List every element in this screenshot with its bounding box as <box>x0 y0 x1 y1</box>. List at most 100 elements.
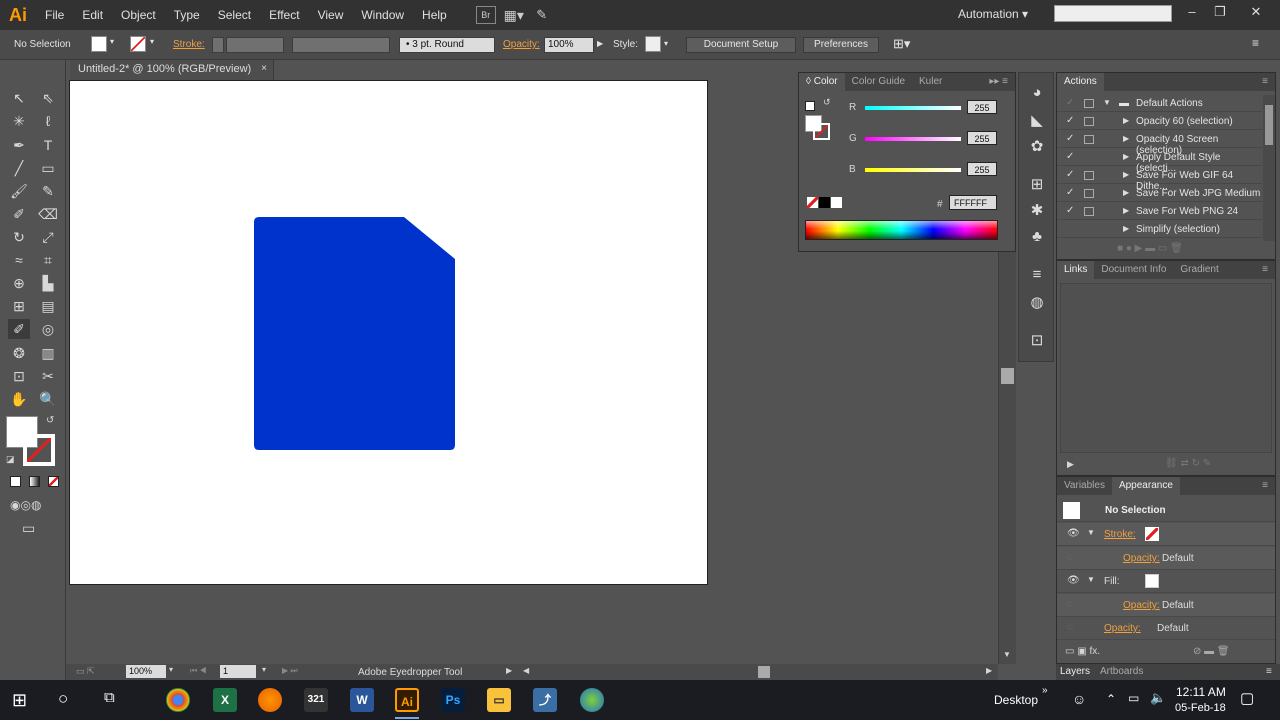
stroke-panel-icon[interactable]: ♣ <box>1027 227 1047 247</box>
style-dropdown-icon[interactable]: ▾ <box>664 39 668 48</box>
object-opacity-label[interactable]: Opacity: <box>1104 623 1141 634</box>
artboard-dropdown-icon[interactable]: ▾ <box>262 665 266 674</box>
close-button[interactable]: ✕ <box>1244 4 1268 22</box>
tab-gradient[interactable]: Gradient <box>1173 261 1225 279</box>
video-editor-app-icon[interactable]: 321 <box>304 688 328 712</box>
menu-file[interactable]: File <box>36 8 73 22</box>
appearance-stroke-label[interactable]: Stroke: <box>1104 529 1136 540</box>
hex-value-field[interactable]: FFFFFF <box>949 195 997 210</box>
lasso-tool-icon[interactable]: ℓ <box>37 111 59 131</box>
appearance-stroke-row[interactable]: 👁 ▼ Stroke: <box>1057 523 1275 546</box>
stroke-label[interactable]: Stroke: <box>173 39 205 50</box>
action-dialog-toggle[interactable] <box>1084 207 1094 216</box>
collapse-arrow-icon[interactable]: ▶ <box>1123 152 1129 161</box>
desktop-toolbar-chevron-icon[interactable]: » <box>1042 685 1048 696</box>
paintbrush-tool-icon[interactable]: 🖌 <box>8 181 30 201</box>
word-app-icon[interactable]: W <box>350 688 374 712</box>
pencil-tool-icon[interactable]: ✎ <box>37 181 59 201</box>
gradient-mode-icon[interactable] <box>29 476 40 487</box>
action-row[interactable]: ✓ ▶ Apply Default Style (selecti... <box>1057 149 1262 174</box>
stroke-none-swatch[interactable] <box>1145 527 1159 541</box>
artboard-prev-icons[interactable]: ⏮ ◀ <box>190 666 207 676</box>
draw-mode-icon[interactable]: ◉◎◍ <box>10 498 41 512</box>
firefox-app-icon[interactable] <box>258 688 282 712</box>
appearance-fill-label[interactable]: Fill: <box>1104 576 1120 587</box>
appearance-fill-row[interactable]: 👁 ▼ Fill: <box>1057 570 1275 593</box>
status-menu-arrow-icon[interactable]: ▶ <box>506 666 512 675</box>
shape-builder-tool-icon[interactable]: ⊕ <box>8 273 30 293</box>
volume-icon[interactable]: 🔈 <box>1150 690 1166 706</box>
blue-document-shape[interactable] <box>254 217 455 450</box>
windows-start-icon[interactable]: ⊞ <box>12 690 27 711</box>
direct-selection-tool-icon[interactable]: ⇖ <box>37 88 59 108</box>
action-check-icon[interactable]: ✓ <box>1066 115 1074 126</box>
eraser-tool-icon[interactable]: ⌫ <box>37 204 59 224</box>
color-spectrum[interactable] <box>805 220 998 240</box>
g-slider[interactable] <box>865 137 961 141</box>
eyedropper-tool-icon[interactable]: ✐ <box>8 319 30 339</box>
hand-tool-icon[interactable]: ✋ <box>8 389 30 409</box>
tab-actions[interactable]: Actions <box>1057 73 1104 91</box>
tab-color-guide[interactable]: Color Guide <box>845 73 912 91</box>
graphic-styles-icon[interactable]: ✱ <box>1027 201 1047 221</box>
stroke-expand-icon[interactable]: ▼ <box>1087 528 1095 537</box>
collapse-arrow-icon[interactable]: ▶ <box>1123 134 1129 143</box>
gradient-tool-icon[interactable]: ▤ <box>37 296 59 316</box>
visibility-eye-icon[interactable]: ◌ <box>1067 599 1073 610</box>
opacity-field[interactable]: 100% <box>544 37 594 53</box>
action-set-default[interactable]: ✓ ▼ ▬ Default Actions <box>1057 95 1262 112</box>
style-swatch[interactable] <box>645 36 661 52</box>
action-check-icon[interactable]: ✓ <box>1066 133 1074 144</box>
zoom-field[interactable]: 100% <box>126 665 166 678</box>
help-search-input[interactable] <box>1054 5 1172 22</box>
maximize-button[interactable]: ❐ <box>1208 4 1232 22</box>
close-tab-icon[interactable]: × <box>261 63 267 74</box>
collapse-arrow-icon[interactable]: ▶ <box>1123 170 1129 179</box>
menu-select[interactable]: Select <box>209 8 260 22</box>
stroke-swatch[interactable] <box>130 36 146 52</box>
rotate-tool-icon[interactable]: ↻ <box>8 227 30 247</box>
fill-opacity-label[interactable]: Opacity: <box>1123 600 1160 611</box>
rectangle-tool-icon[interactable]: ▭ <box>37 158 59 178</box>
blob-brush-tool-icon[interactable]: ✐ <box>8 204 30 224</box>
selection-tool-icon[interactable]: ↖ <box>8 88 30 108</box>
scroll-right-icon[interactable]: ▶ <box>986 666 992 675</box>
variable-width-profile[interactable] <box>292 37 390 53</box>
zoom-dropdown-icon[interactable]: ▾ <box>169 665 173 674</box>
stroke-weight-field[interactable] <box>226 37 284 53</box>
links-expand-icon[interactable]: ▶ <box>1067 459 1074 470</box>
mesh-tool-icon[interactable]: ⊞ <box>8 296 30 316</box>
actions-footer-icons[interactable]: ■ ● ▶ ▬ ▭ 🗑 <box>1117 243 1183 254</box>
none-swatch[interactable] <box>807 197 818 208</box>
fill-swatch[interactable] <box>91 36 107 52</box>
action-row[interactable]: ✓ ▶ Save For Web JPG Medium <box>1057 185 1262 202</box>
arrange-icon[interactable]: ⊞▾ <box>893 36 910 52</box>
workspace-switcher[interactable]: Automation ▾ <box>958 7 1028 21</box>
symbol-sprayer-tool-icon[interactable]: ❂ <box>8 343 30 363</box>
r-value-field[interactable]: 255 <box>967 100 997 114</box>
color-stroke-box[interactable] <box>813 123 830 140</box>
action-row[interactable]: ✓ ▶ Opacity 40 Screen (selection) <box>1057 131 1262 156</box>
screen-mode-icon[interactable]: ▭ <box>22 520 35 537</box>
stroke-color-box[interactable] <box>23 434 55 466</box>
action-center-icon[interactable]: ▢ <box>1240 689 1254 707</box>
layers-menu-icon[interactable]: ≡ <box>1266 666 1272 677</box>
tab-kuler[interactable]: Kuler <box>912 73 949 91</box>
pen-tool-icon[interactable]: ✒ <box>8 135 30 155</box>
action-check-icon[interactable]: ✓ <box>1066 205 1074 216</box>
tab-artboards[interactable]: Artboards <box>1100 666 1143 677</box>
artboard-number-field[interactable]: 1 <box>220 665 256 678</box>
links-footer-icons[interactable]: ⛓ ⇄ ↻ ✎ <box>1165 458 1211 469</box>
black-swatch[interactable] <box>819 197 830 208</box>
horizontal-scroll-thumb[interactable] <box>758 666 770 678</box>
action-check-icon[interactable]: ✓ <box>1066 151 1074 162</box>
action-dialog-toggle[interactable] <box>1084 117 1094 126</box>
opacity-arrow-icon[interactable]: ▶ <box>597 39 603 48</box>
tab-color[interactable]: ◊ Color <box>799 73 845 91</box>
width-tool-icon[interactable]: ≈ <box>8 250 30 270</box>
action-row[interactable]: ▶ Simplify (selection) <box>1057 221 1262 238</box>
visibility-eye-icon[interactable]: 👁 <box>1067 575 1080 586</box>
magic-wand-tool-icon[interactable]: ✳ <box>8 111 30 131</box>
collapse-arrow-icon[interactable]: ▶ <box>1123 224 1129 233</box>
scroll-left-icon[interactable]: ◀ <box>523 666 529 675</box>
